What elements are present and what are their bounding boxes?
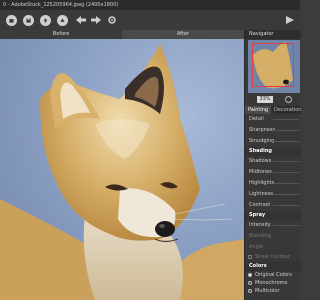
slider-track[interactable] — [273, 119, 299, 120]
undo-icon[interactable] — [74, 14, 88, 26]
window-title: 0 - AdobeStock_125205964.jpeg (2400x1800… — [0, 0, 300, 10]
slider-track[interactable] — [273, 130, 299, 131]
detail-slider[interactable]: Detail — [245, 114, 301, 125]
contrast-slider[interactable]: Contrast — [245, 200, 301, 211]
highlights-label: Highlights — [249, 180, 275, 186]
image-canvas[interactable] — [0, 39, 244, 300]
midtones-slider[interactable]: Midtones — [245, 167, 301, 178]
slider-track[interactable] — [273, 225, 299, 226]
panel-tabs: Painting Decoration — [245, 106, 301, 114]
run-icon[interactable] — [283, 14, 297, 26]
section-shading[interactable]: Shading — [245, 147, 301, 156]
shadows-slider[interactable]: Shadows — [245, 156, 301, 167]
navigator-viewport-rect[interactable] — [252, 43, 294, 87]
slider-track[interactable] — [273, 141, 299, 142]
checkbox-box[interactable] — [248, 255, 252, 259]
radio-monochrome[interactable]: Monochrome — [245, 279, 301, 287]
navigator-thumbnail[interactable] — [248, 40, 300, 93]
section-colors[interactable]: Colors — [245, 262, 301, 271]
detail-label: Detail — [249, 116, 264, 122]
navigator-title: Navigator — [245, 30, 301, 39]
slider-track[interactable] — [273, 194, 299, 195]
radio-button[interactable] — [248, 281, 252, 285]
lightness-label: Lightness — [249, 191, 273, 197]
radio-label: Monochrome — [255, 280, 288, 286]
show-contour-checkbox[interactable]: Show Contour — [245, 253, 301, 262]
smudging-label: Smudging — [249, 138, 275, 144]
tab-decoration[interactable]: Decoration — [271, 106, 301, 114]
toolbar — [0, 10, 300, 30]
contrast-label: Contrast — [249, 202, 271, 208]
angle-slider: Angle — [245, 242, 301, 253]
show-contour-label: Show Contour — [255, 254, 291, 260]
sharpness-slider[interactable]: Sharpness — [245, 125, 301, 136]
smudging-slider[interactable]: Smudging — [245, 136, 301, 147]
slider-track[interactable] — [273, 172, 299, 173]
radio-original-colors[interactable]: Original Colors — [245, 271, 301, 279]
lightness-slider[interactable]: Lightness — [245, 189, 301, 200]
blending-slider: Blending — [245, 231, 301, 242]
radio-label: Original Colors — [255, 272, 292, 278]
tab-after[interactable]: After — [122, 30, 244, 39]
highlights-slider[interactable]: Highlights — [245, 178, 301, 189]
zoom-value[interactable]: 33% — [257, 96, 273, 103]
radio-button[interactable] — [248, 289, 252, 293]
view-tabs: Before After — [0, 30, 244, 39]
side-panel: Navigator 33% Painting Decoration Detail… — [244, 30, 301, 300]
slider-track[interactable] — [273, 161, 299, 162]
fox-painting — [0, 44, 244, 300]
redo-icon[interactable] — [89, 14, 103, 26]
share-icon[interactable] — [57, 15, 68, 26]
midtones-label: Midtones — [249, 169, 272, 175]
slider-track[interactable] — [273, 205, 299, 206]
export-icon[interactable] — [40, 15, 51, 26]
zoom-control: 33% — [245, 95, 301, 104]
radio-button[interactable] — [248, 273, 252, 277]
open-icon[interactable] — [6, 15, 17, 26]
intensity-slider[interactable]: Intensity — [245, 220, 301, 231]
shadows-label: Shadows — [249, 158, 272, 164]
sharpness-label: Sharpness — [249, 127, 276, 133]
intensity-label: Intensity — [249, 222, 271, 228]
tab-painting[interactable]: Painting — [245, 106, 271, 114]
tab-before[interactable]: Before — [0, 30, 122, 39]
zoom-icon[interactable] — [285, 96, 292, 103]
radio-label: Multicolor — [255, 288, 280, 294]
radio-multicolor[interactable]: Multicolor — [245, 287, 301, 295]
save-icon[interactable] — [23, 15, 34, 26]
blending-label: Blending — [249, 233, 271, 239]
slider-track[interactable] — [273, 183, 299, 184]
angle-label: Angle — [249, 244, 264, 250]
settings-list: Detail Sharpness Smudging Shading Shadow… — [245, 114, 301, 295]
section-spray[interactable]: Spray — [245, 211, 301, 220]
settings-icon[interactable] — [105, 14, 119, 26]
